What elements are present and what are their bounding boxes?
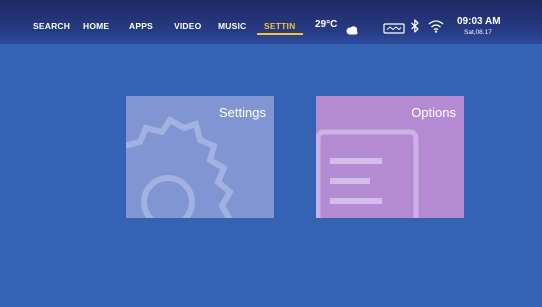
nav-item-search[interactable]: SEARCH xyxy=(33,21,70,31)
bluetooth-icon xyxy=(410,19,420,38)
nav-item-home[interactable]: HOME xyxy=(83,21,109,31)
top-bar: SEARCH HOME APPS VIDEO MUSIC SETTIN 29°C xyxy=(0,0,542,44)
cloud-icon xyxy=(345,22,359,40)
nav-item-music[interactable]: MUSIC xyxy=(218,21,246,31)
wifi-icon xyxy=(428,19,444,38)
clock-date: Sat,08.17 xyxy=(464,29,492,36)
options-tile-label: Options xyxy=(411,105,456,120)
tv-home-screen: SEARCH HOME APPS VIDEO MUSIC SETTIN 29°C xyxy=(0,0,542,307)
usb-icon xyxy=(383,21,405,39)
settings-tile-label: Settings xyxy=(219,105,266,120)
nav-item-settings[interactable]: SETTIN xyxy=(264,21,308,31)
temperature: 29°C xyxy=(315,19,338,30)
settings-tile[interactable]: Settings xyxy=(126,96,274,218)
clock-time: 09:03 AM xyxy=(457,16,501,27)
nav-item-video[interactable]: VIDEO xyxy=(174,21,201,31)
active-tab-underline xyxy=(257,33,303,35)
nav-item-apps[interactable]: APPS xyxy=(129,21,153,31)
options-tile[interactable]: Options xyxy=(316,96,464,218)
